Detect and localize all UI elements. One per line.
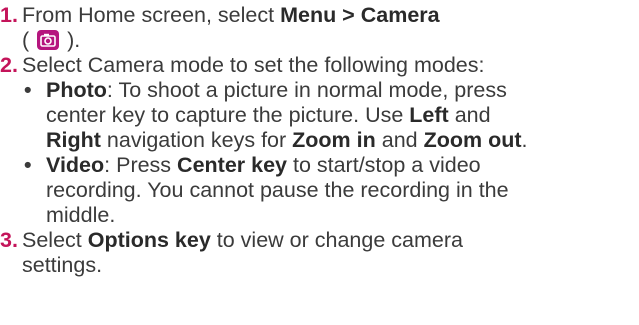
instructions-document: 1. From Home screen, select Menu > Camer… <box>0 0 639 325</box>
bullet-bold-text: Left <box>409 103 449 127</box>
bullet-text: middle. <box>46 203 116 227</box>
bullet-text: : To shoot a picture in normal mode, pre… <box>106 78 507 102</box>
step-text: settings. <box>22 253 103 277</box>
bullet-text: . <box>521 128 528 152</box>
bullet-bold-text: Photo <box>46 78 107 102</box>
bullet-bold-text: Video <box>46 153 105 177</box>
bullet-text: to start/stop a video <box>287 153 481 177</box>
bullet-text: : Press <box>104 153 178 177</box>
bullet-marker: • <box>24 153 32 177</box>
bullet-bold-text: Center key <box>177 153 287 177</box>
bullet-bold-text: Right <box>46 128 101 152</box>
step-bold-text: Menu > Camera <box>280 3 440 27</box>
step-text: From Home screen, select <box>22 3 281 27</box>
bullet-text: and <box>448 103 491 127</box>
step-text: to view or change camera <box>210 228 463 252</box>
step-number: 1. <box>0 3 18 27</box>
step-text: Select Camera mode to set the following … <box>22 53 485 77</box>
bullet-text: center key to capture the picture. Use <box>46 103 410 127</box>
step-number: 3. <box>0 228 18 252</box>
bullet-text: navigation keys for <box>100 128 293 152</box>
step-bold-text: Options key <box>87 228 211 252</box>
bullet-bold-text: Zoom out <box>423 128 522 152</box>
step-number: 2. <box>0 53 18 77</box>
bullet-text: and <box>375 128 424 152</box>
bullet-text: recording. You cannot pause the recordin… <box>46 178 509 202</box>
step-text: Select <box>22 228 88 252</box>
bullet-marker: • <box>24 78 32 102</box>
bullet-bold-text: Zoom in <box>292 128 376 152</box>
paren-close: ). <box>67 28 81 52</box>
paren-open: ( <box>22 28 30 52</box>
camera-icon <box>37 30 60 50</box>
